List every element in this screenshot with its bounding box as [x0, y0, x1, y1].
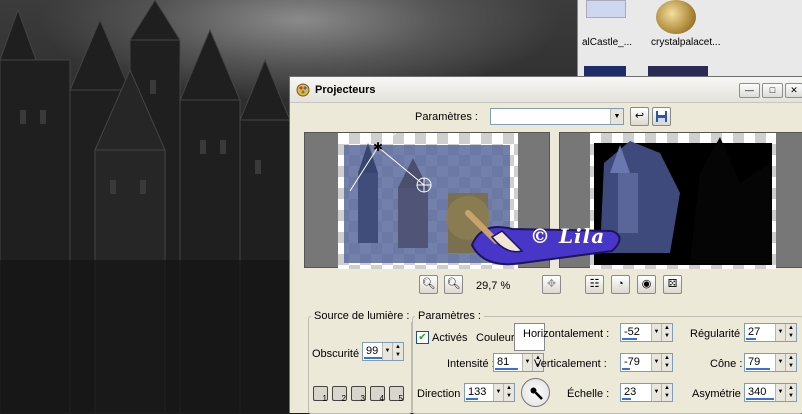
spin-arrows[interactable]: ▲ ▼ [785, 324, 796, 341]
reset-button[interactable]: ↩ [630, 107, 649, 126]
light-preset-5[interactable]: 5 [389, 386, 404, 403]
direction-arrow-icon [530, 387, 543, 400]
chevron-down-icon[interactable]: ▼ [651, 354, 661, 371]
thumbnail-image[interactable] [648, 66, 708, 76]
preview-on-image-button[interactable]: ◉ [637, 275, 656, 294]
chevron-down-icon[interactable]: ▼ [651, 384, 661, 401]
light-preset-3[interactable]: 3 [351, 386, 366, 403]
chevron-down-icon[interactable]: ▼ [522, 354, 532, 371]
thumbnail-browser: alCastle_... crystalpalacet... [577, 0, 802, 76]
move-cross-icon: ✥ [546, 278, 557, 290]
darkness-input[interactable]: 99 ▼ ▲ ▼ [362, 342, 404, 361]
random-button[interactable]: ⚄ [663, 275, 682, 294]
proof-icon: ☷ [589, 278, 600, 290]
spin-arrows[interactable]: ▲ ▼ [503, 384, 514, 401]
proof-button[interactable]: ☷ [585, 275, 604, 294]
cone-label: Cône : [710, 358, 743, 370]
light-preset-2[interactable]: 2 [332, 386, 347, 403]
close-button[interactable]: ✕ [785, 83, 802, 98]
vertical-input[interactable]: -79 ▼ ▲ ▼ [620, 353, 673, 372]
zoom-in-button[interactable]: 🔍︎ [444, 275, 463, 294]
save-preset-button[interactable] [652, 107, 671, 126]
thumbnail-image[interactable] [656, 0, 696, 34]
spin-arrows[interactable]: ▲ ▼ [661, 354, 672, 371]
thumbnail-label[interactable]: crystalpalacet... [651, 37, 720, 48]
chevron-down-icon[interactable]: ▼ [651, 324, 661, 341]
minimize-button[interactable]: — [739, 83, 760, 98]
active-label: Activés [432, 332, 468, 344]
auto-proof-button[interactable]: ◔ [611, 275, 630, 294]
thumbnail-image[interactable] [586, 0, 626, 18]
thumbnail-label[interactable]: alCastle_... [582, 37, 632, 48]
chevron-down-icon[interactable]: ▼ [610, 109, 623, 124]
chevron-down-icon[interactable]: ▼ [775, 354, 785, 371]
dice-icon: ⚄ [667, 278, 678, 290]
chevron-down-icon[interactable]: ▼ [775, 324, 785, 341]
active-checkbox[interactable]: ✔ [416, 331, 429, 344]
horizontal-input[interactable]: -52 ▼ ▲ ▼ [620, 323, 673, 342]
svg-text:✱: ✱ [373, 140, 383, 154]
pan-button[interactable]: ✥ [542, 275, 561, 294]
horizontal-label: Horizontalement : [523, 328, 610, 340]
spin-arrows[interactable]: ▲ ▼ [661, 384, 672, 401]
darkness-label: Obscurité : [312, 348, 366, 360]
app-icon [296, 83, 310, 97]
eye-icon: ◉ [641, 278, 652, 290]
spin-arrows[interactable]: ▲ ▼ [661, 324, 672, 341]
watermark-text: © Lila [530, 224, 606, 248]
spin-arrows[interactable]: ▲ ▼ [785, 384, 796, 401]
cone-input[interactable]: 79 ▼ ▲ ▼ [744, 353, 797, 372]
zoom-level: 29,7 % [476, 280, 511, 292]
spin-arrows[interactable]: ▲ ▼ [785, 354, 796, 371]
params-group-title: Paramètres : [415, 310, 484, 322]
intensity-label: Intensité : [447, 358, 495, 370]
asymmetry-label: Asymétrie : [692, 388, 748, 400]
thumbnail-image[interactable] [584, 66, 626, 76]
spin-arrows[interactable]: ▲ ▼ [392, 343, 403, 360]
chevron-down-icon[interactable]: ▼ [382, 343, 392, 360]
title-bar[interactable]: Projecteurs — □ ✕ [290, 77, 802, 103]
chevron-down-icon[interactable]: ▼ [775, 384, 785, 401]
regularity-input[interactable]: 27 ▼ ▲ ▼ [744, 323, 797, 342]
watermark-logo: © Lila [462, 207, 632, 273]
auto-proof-icon: ◔ [617, 278, 624, 290]
projecteurs-dialog: Projecteurs — □ ✕ Paramètres : ▼ ↩ ✱ © L… [289, 76, 802, 414]
direction-dial[interactable] [521, 378, 550, 407]
preset-combobox[interactable]: ▼ [490, 108, 624, 125]
regularity-label: Régularité : [690, 328, 747, 340]
chevron-down-icon[interactable]: ▼ [493, 384, 503, 401]
save-icon [656, 111, 667, 122]
scale-label: Échelle : [567, 388, 610, 400]
dialog-title: Projecteurs [315, 84, 376, 96]
light-preset-4[interactable]: 4 [370, 386, 385, 403]
light-preset-1[interactable]: 1 [313, 386, 328, 403]
zoom-out-icon: 🔍︎ [421, 278, 436, 290]
zoom-out-button[interactable]: 🔍︎ [419, 275, 438, 294]
maximize-button[interactable]: □ [762, 83, 783, 98]
undo-arrow-icon: ↩ [634, 110, 645, 122]
params-label: Paramètres : [415, 111, 478, 123]
scale-input[interactable]: 23 ▼ ▲ ▼ [620, 383, 673, 402]
asymmetry-input[interactable]: 340 ▼ ▲ ▼ [744, 383, 797, 402]
light-source-title: Source de lumière : [311, 310, 413, 322]
direction-label: Direction : [417, 388, 467, 400]
direction-input[interactable]: 133 ▼ ▲ ▼ [464, 383, 515, 402]
zoom-in-icon: 🔍︎ [446, 278, 461, 290]
vertical-label: Verticalement : [534, 358, 607, 370]
